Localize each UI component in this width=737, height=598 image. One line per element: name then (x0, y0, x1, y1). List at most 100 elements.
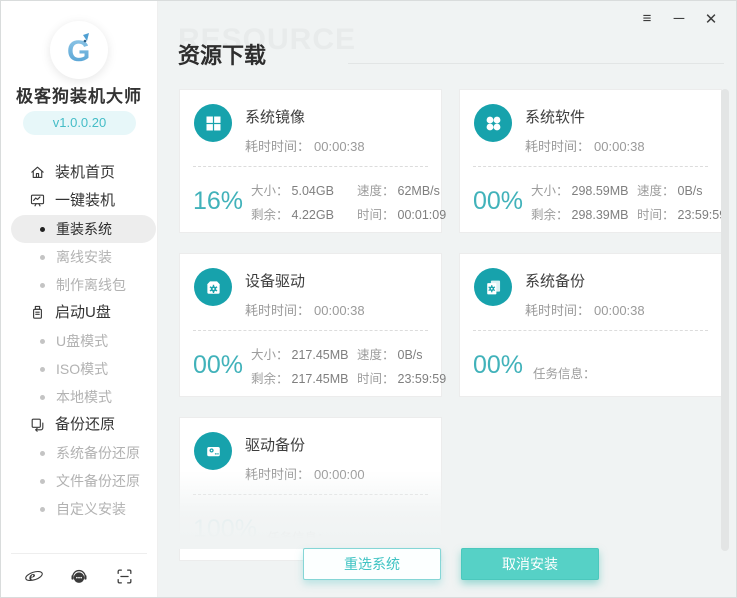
info-value: 00:01:09 (397, 207, 447, 222)
progress-percent: 16% (193, 186, 244, 215)
sidebar-item-label: 离线安装 (56, 249, 112, 265)
info-label: 速度： (637, 183, 675, 198)
info-label: 大小： (251, 183, 289, 198)
sidebar-item-label: 一键装机 (55, 192, 116, 209)
app-logo: G (50, 21, 108, 79)
logo-wrap: G (1, 21, 157, 79)
sidebar-menu: 装机首页 一键装机 重装系统 离线安装 制作离线包 启动U盘 U盘模式 ISO模… (1, 159, 157, 523)
windows-icon (194, 104, 232, 142)
svg-text:e: e (29, 569, 35, 585)
sidebar-item-iso-mode[interactable]: ISO模式 (1, 355, 157, 383)
card-title: 系统软件 (525, 109, 586, 126)
info-value: 217.45MB (291, 347, 349, 362)
card-title: 设备驱动 (245, 273, 306, 290)
info-value: 0B/s (397, 347, 423, 362)
sidebar-item-local-mode[interactable]: 本地模式 (1, 383, 157, 411)
ie-browser-icon[interactable]: e (23, 565, 45, 587)
monitor-chart-icon (29, 192, 46, 209)
window-menu-icon[interactable]: ≡ (638, 10, 656, 28)
info-value: 5.04GB (291, 183, 334, 198)
scan-icon[interactable] (113, 565, 135, 587)
sidebar-item-custom-install[interactable]: 自定义安装 (1, 495, 157, 523)
bullet-dot (40, 283, 45, 288)
bullet-dot (40, 255, 45, 260)
info-label: 剩余： (531, 207, 569, 222)
card-title: 驱动备份 (245, 437, 306, 454)
bullet-dot (40, 451, 45, 456)
sidebar-item-label: 装机首页 (55, 164, 116, 181)
page-title: 资源下载 (178, 43, 267, 68)
info-value: 298.59MB (571, 183, 629, 198)
bullet-dot (40, 339, 45, 344)
backup-restore-icon (29, 416, 46, 433)
sidebar-item-label: ISO模式 (56, 361, 109, 377)
sidebar-item-file-backup-restore[interactable]: 文件备份还原 (1, 467, 157, 495)
info-label: 大小： (251, 347, 289, 362)
info-label: 速度： (357, 347, 395, 362)
sidebar-footer: e (23, 565, 135, 587)
progress-percent: 00% (193, 350, 244, 379)
sidebar-item-label: 系统备份还原 (56, 445, 140, 461)
sidebar-item-system-backup-restore[interactable]: 系统备份还原 (1, 439, 157, 467)
info-value: 217.45MB (291, 371, 349, 386)
elapsed-label: 耗时时间： (245, 139, 311, 154)
window-controls: ≡ ─ ✕ (638, 10, 720, 28)
info-label: 速度： (357, 183, 395, 198)
elapsed-label: 耗时时间： (245, 303, 311, 318)
system-backup-icon (474, 268, 512, 306)
sidebar-item-label: 重装系统 (56, 221, 112, 237)
sidebar-item-make-offline-pack[interactable]: 制作离线包 (1, 271, 157, 299)
task-info-label: 任务信息： (533, 366, 596, 381)
info-label: 时间： (357, 207, 395, 222)
device-driver-icon (194, 268, 232, 306)
info-value: 23:59:59 (677, 207, 727, 222)
progress-percent: 00% (473, 350, 524, 379)
sidebar-item-label: 本地模式 (56, 389, 112, 405)
sidebar-item-usb-mode[interactable]: U盘模式 (1, 327, 157, 355)
sidebar-item-home[interactable]: 装机首页 (1, 159, 157, 187)
card-device-driver: 设备驱动 耗时时间： 00:00:38 00% 大小： 217.45MB 速度： 0B… (179, 253, 446, 397)
elapsed-label: 耗时时间： (525, 303, 591, 318)
elapsed-value: 00:00:38 (314, 303, 365, 318)
title-divider (348, 63, 724, 64)
info-label: 剩余： (251, 207, 289, 222)
version-badge: v1.0.0.20 (23, 111, 136, 135)
cancel-install-button[interactable]: 取消安装 (461, 548, 599, 580)
sidebar-item-reinstall-system[interactable]: 重装系统 (1, 215, 157, 243)
info-label: 大小： (531, 183, 569, 198)
sidebar: G 极客狗装机大师 v1.0.0.20 装机首页 一键装机 重装系统 离线安装 … (1, 1, 158, 597)
info-value: 298.39MB (571, 207, 629, 222)
info-label: 时间： (357, 371, 395, 386)
bullet-dot (40, 395, 45, 400)
sidebar-item-label: U盘模式 (56, 333, 109, 349)
app-window: G 极客狗装机大师 v1.0.0.20 装机首页 一键装机 重装系统 离线安装 … (0, 0, 737, 598)
apps-icon (474, 104, 512, 142)
card-system-software: 系统软件 耗时时间： 00:00:38 00% 大小： 298.59MB 速度： 0B… (459, 89, 726, 233)
info-value: 4.22GB (291, 207, 334, 222)
sidebar-item-label: 制作离线包 (56, 277, 126, 293)
card-system-backup: 系统备份 耗时时间： 00:00:38 00% 任务信息： (459, 253, 722, 397)
sidebar-item-onekey-install[interactable]: 一键装机 (1, 187, 157, 215)
card-system-image: 系统镜像 耗时时间： 00:00:38 16% 大小： 5.04GB 速度： 62MB… (179, 89, 446, 233)
sidebar-item-boot-usb[interactable]: 启动U盘 (1, 299, 157, 327)
sidebar-item-offline-install[interactable]: 离线安装 (1, 243, 157, 271)
driver-backup-icon (194, 432, 232, 470)
bullet-dot (40, 507, 45, 512)
sidebar-item-backup-restore[interactable]: 备份还原 (1, 411, 157, 439)
reselect-system-button[interactable]: 重选系统 (303, 548, 441, 580)
customer-service-icon[interactable] (68, 565, 90, 587)
elapsed-value: 00:00:38 (594, 303, 645, 318)
scrollbar-thumb[interactable] (721, 89, 729, 551)
info-value: 23:59:59 (397, 371, 447, 386)
main-content: ≡ ─ ✕ RESOURCE 资源下载 系统镜像 耗时时间： 00:00:38 … (158, 1, 736, 597)
scroll-fade-overlay (158, 471, 736, 549)
info-value: 0B/s (677, 183, 703, 198)
elapsed-label: 耗时时间： (525, 139, 591, 154)
bullet-dot (40, 227, 45, 232)
card-title: 系统镜像 (245, 109, 306, 126)
close-icon[interactable]: ✕ (702, 10, 720, 28)
sidebar-item-label: 文件备份还原 (56, 473, 140, 489)
elapsed-value: 00:00:38 (314, 139, 365, 154)
bullet-dot (40, 479, 45, 484)
minimize-icon[interactable]: ─ (670, 10, 688, 28)
